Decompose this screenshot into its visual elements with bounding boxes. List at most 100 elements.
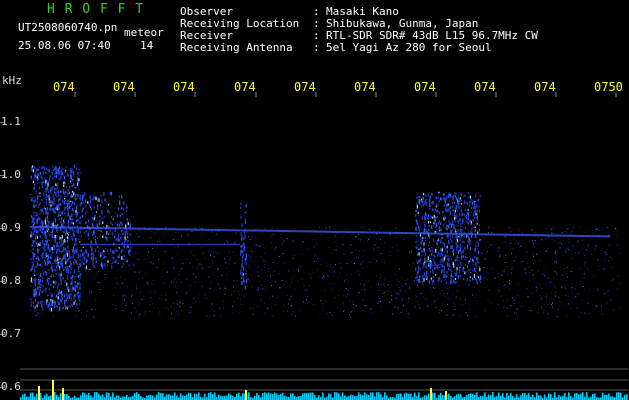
- file-name: UT2508060740.pn: [18, 21, 118, 34]
- noise-dot: [616, 243, 618, 245]
- burst-dot: [446, 195, 448, 200]
- noise-dot: [275, 246, 277, 248]
- burst-dot: [63, 191, 65, 195]
- burst-dot: [472, 263, 474, 266]
- noise-dot: [159, 240, 161, 242]
- burst-dot: [76, 303, 78, 305]
- noise-dot: [88, 269, 90, 271]
- noise-dot: [548, 277, 550, 279]
- noise-dot: [283, 304, 285, 306]
- meter-bar: [152, 395, 154, 400]
- noise-dot: [409, 251, 411, 253]
- noise-dot: [362, 262, 364, 264]
- noise-dot: [326, 265, 328, 267]
- noise-dot: [364, 250, 366, 252]
- burst-dot: [471, 202, 473, 206]
- noise-dot: [170, 312, 172, 314]
- burst-dot: [59, 198, 61, 201]
- burst-dot: [447, 194, 449, 199]
- burst-dot: [77, 171, 79, 176]
- burst-dot: [441, 248, 443, 252]
- noise-dot: [252, 313, 254, 315]
- noise-dot: [253, 308, 255, 310]
- noise-dot: [288, 270, 290, 272]
- meter-bar: [54, 392, 56, 400]
- noise-dot: [611, 266, 613, 268]
- burst-dot: [438, 199, 440, 203]
- burst-dot: [460, 208, 463, 213]
- burst-dot: [476, 275, 478, 278]
- noise-dot: [532, 274, 534, 276]
- noise-dot: [604, 251, 606, 253]
- burst-dot: [43, 206, 45, 209]
- burst-dot: [97, 205, 99, 209]
- burst-dot: [46, 207, 49, 210]
- noise-dot: [409, 264, 411, 266]
- noise-dot: [570, 308, 572, 310]
- burst-dot: [67, 246, 69, 249]
- noise-dot: [188, 312, 190, 314]
- burst-dot: [121, 195, 123, 199]
- meter-bar: [24, 393, 26, 400]
- noise-dot: [258, 245, 260, 247]
- noise-dot: [351, 234, 353, 236]
- noise-dot: [98, 235, 100, 237]
- burst-dot: [465, 214, 467, 217]
- burst-dot: [416, 246, 418, 249]
- burst-dot: [50, 192, 52, 195]
- burst-dot: [36, 242, 38, 245]
- y-tick-label: 0.8: [1, 274, 21, 288]
- noise-dot: [234, 242, 236, 244]
- noise-dot: [138, 230, 140, 231]
- burst-dot: [79, 231, 81, 234]
- burst-dot: [108, 204, 110, 206]
- burst-dot: [40, 301, 42, 304]
- noise-dot: [274, 301, 276, 303]
- noise-dot: [537, 311, 539, 313]
- burst-dot: [430, 215, 432, 217]
- noise-dot: [115, 277, 117, 279]
- meter-bar: [262, 393, 264, 400]
- noise-dot: [340, 267, 342, 269]
- noise-dot: [606, 226, 608, 228]
- noise-dot: [347, 294, 349, 295]
- burst-dot: [101, 217, 103, 220]
- burst-dot: [44, 208, 46, 210]
- noise-dot: [376, 233, 378, 235]
- burst-dot: [431, 192, 433, 196]
- noise-dot: [87, 311, 89, 313]
- burst-dot: [53, 208, 55, 211]
- burst-dot: [71, 276, 73, 281]
- meter-bar: [166, 394, 168, 400]
- burst-dot: [51, 204, 54, 207]
- noise-dot: [115, 308, 117, 310]
- noise-dot: [449, 235, 451, 237]
- noise-dot: [519, 261, 521, 263]
- noise-dot: [117, 262, 119, 264]
- burst-dot: [449, 193, 452, 197]
- noise-dot: [437, 299, 439, 300]
- noise-dot: [209, 287, 211, 289]
- burst-dot: [49, 175, 51, 178]
- burst-dot: [479, 239, 481, 241]
- noise-dot: [458, 284, 460, 286]
- noise-dot: [300, 253, 302, 255]
- burst-dot: [109, 229, 111, 232]
- noise-dot: [604, 268, 606, 270]
- x-tick-label: 074: [113, 80, 135, 94]
- noise-dot: [499, 254, 501, 256]
- burst-dot: [60, 261, 62, 263]
- noise-dot: [98, 264, 100, 266]
- burst-dot: [57, 261, 59, 264]
- noise-dot: [577, 241, 579, 243]
- burst-dot: [56, 167, 58, 172]
- burst-dot: [456, 239, 458, 243]
- meter-bar: [98, 393, 100, 400]
- noise-dot: [612, 278, 614, 280]
- noise-dot: [176, 291, 178, 293]
- noise-dot: [223, 305, 224, 307]
- noise-dot: [234, 262, 236, 264]
- burst-dot: [453, 217, 456, 220]
- meter-bar: [204, 393, 206, 400]
- burst-dot: [42, 210, 44, 212]
